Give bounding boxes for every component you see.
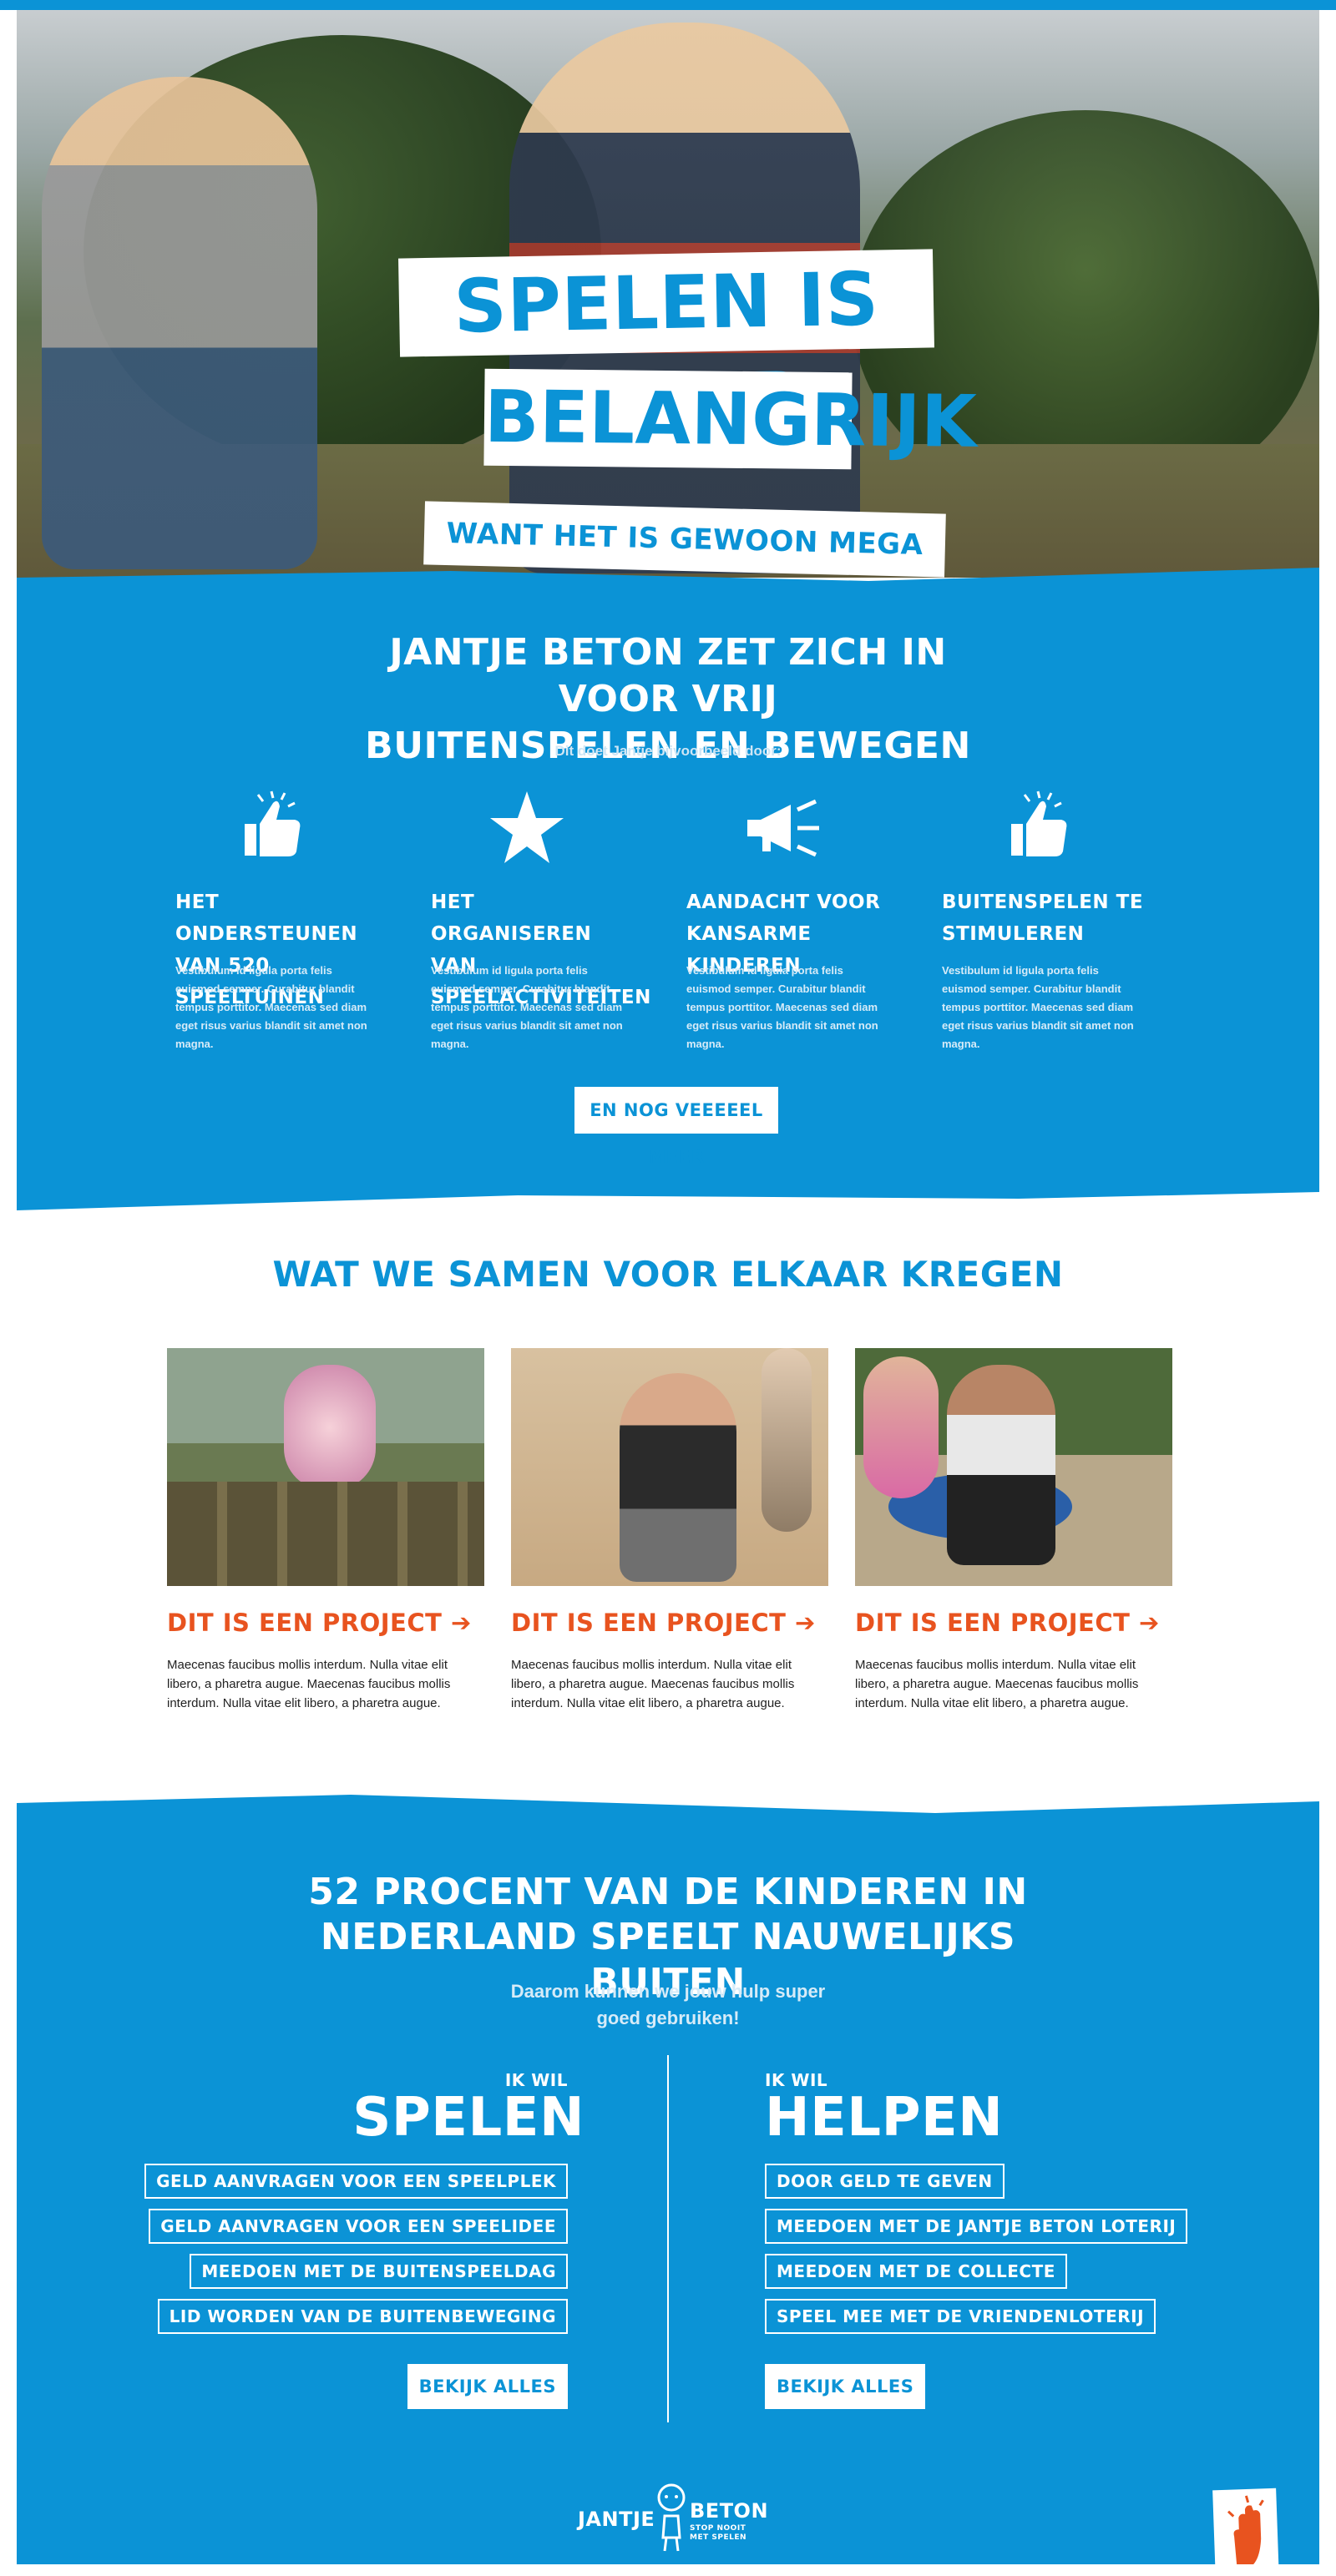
mission-subheading: Dit doet Jantje bijvoorbeeld door: [554,743,782,759]
hero-banner: SPELEN IS SUPER BELANGRIJK WANT HET IS G… [17,10,1319,578]
call-to-action-section: 52 PROCENT VAN DE KINDEREN IN NEDERLAND … [17,1795,1319,2564]
help-link[interactable]: MEEDOEN MET DE COLLECTE [765,2254,1067,2289]
project-link[interactable]: DIT IS EEN PROJECT ➔ [855,1609,1172,1637]
cta-subheading-line-2: goed gebruiken! [596,2008,740,2028]
project-image[interactable] [855,1348,1172,1586]
thumbs-up-icon [1011,790,1067,856]
feature-description: Vestibulum id ligula porta felis euismod… [686,964,878,1050]
project-description: Maecenas faucibus mollis interdum. Nulla… [855,1658,1139,1710]
logo-text-right: BETON [690,2499,769,2523]
play-view-all-button[interactable]: BEKIJK ALLES [407,2364,568,2409]
project-description: Maecenas faucibus mollis interdum. Nulla… [511,1658,795,1710]
more-activities-button[interactable]: EN NOG VEEEEEL MEER [574,1087,778,1167]
feature-description: Vestibulum id ligula porta felis euismod… [175,964,367,1050]
feature-description: Vestibulum id ligula porta felis euismod… [942,964,1134,1050]
play-link[interactable]: LID WORDEN VAN DE BUITENBEWEGING [157,2299,568,2334]
cta-subheading-line-1: Daarom kunnen we jouw hulp super [510,1981,826,2002]
arrow-right-icon: ➔ [1139,1609,1160,1637]
feature-title-line-2: STIMULEREN [942,923,1085,945]
mission-heading-line-1: JANTJE BETON ZET ZICH IN VOOR VRIJ [389,631,947,720]
project-link[interactable]: DIT IS EEN PROJECT ➔ [511,1609,828,1637]
megaphone-icon [747,799,819,857]
help-view-all-button[interactable]: BEKIJK ALLES [765,2364,926,2409]
projects-heading: WAT WE SAMEN VOOR ELKAAR KREGEN [272,1254,1064,1295]
hero-subtitle: WANT HET IS GEWOON MEGA SUPER TOF [423,501,946,578]
play-heading: SPELEN [352,2087,584,2149]
help-link[interactable]: MEEDOEN MET DE JANTJE BETON LOTERIJ [765,2209,1188,2244]
star-icon [490,791,564,863]
project-title: DIT IS EEN PROJECT [511,1609,787,1637]
project-image[interactable] [167,1348,484,1586]
project-title: DIT IS EEN PROJECT [855,1609,1131,1637]
column-divider [667,2055,669,2422]
help-link[interactable]: SPEEL MEE MET DE VRIENDENLOTERIJ [765,2299,1156,2334]
feature-title-line-1: AANDACHT VOOR [686,891,881,913]
play-link[interactable]: MEEDOEN MET DE BUITENSPEELDAG [190,2254,568,2289]
feature-description: Vestibulum id ligula porta felis euismod… [431,964,623,1050]
page-frame: SPELEN IS SUPER BELANGRIJK WANT HET IS G… [17,10,1319,2564]
logo-tagline: STOP NOOIT MET SPELEN [690,2524,747,2542]
play-link[interactable]: GELD AANVRAGEN VOOR EEN SPEELPLEK [144,2164,568,2199]
mission-section: JANTJE BETON ZET ZICH IN VOOR VRIJ BUITE… [17,568,1319,1210]
thumbs-up-icon [245,790,301,856]
top-accent-bar [0,0,1336,10]
feature-title-line-1: BUITENSPELEN TE [942,891,1144,913]
help-link[interactable]: DOOR GELD TE GEVEN [765,2164,1005,2199]
cta-heading-line-1: 52 PROCENT VAN DE KINDEREN IN [308,1871,1028,1913]
project-title: DIT IS EEN PROJECT [167,1609,443,1637]
play-link[interactable]: GELD AANVRAGEN VOOR EEN SPEELIDEE [149,2209,568,2244]
mascot-icon [657,2483,686,2552]
help-heading: HELPEN [765,2087,1004,2149]
arrow-right-icon: ➔ [795,1609,816,1637]
cta-subheading: Daarom kunnen we jouw hulp super goed ge… [484,1978,852,2032]
hero-photo-child-left [42,77,317,569]
hero-title-line-2: BELANGRIJK [483,368,978,470]
feature-title-line-1: HET ONDERSTEUNEN [175,891,358,945]
helping-hand-button[interactable] [1212,2488,1279,2564]
raised-hand-icon [1227,2495,1264,2564]
logo-text-left: JANTJE [578,2508,655,2531]
project-image[interactable] [511,1348,828,1586]
jantje-beton-logo[interactable]: JANTJE BETON STOP NOOIT MET SPELEN [578,2483,768,2558]
project-link[interactable]: DIT IS EEN PROJECT ➔ [167,1609,484,1637]
project-description: Maecenas faucibus mollis interdum. Nulla… [167,1658,451,1710]
hero-title-line-1: SPELEN IS SUPER [398,249,934,447]
arrow-right-icon: ➔ [451,1609,472,1637]
feature-title: BUITENSPELEN TE STIMULEREN [942,886,1151,950]
